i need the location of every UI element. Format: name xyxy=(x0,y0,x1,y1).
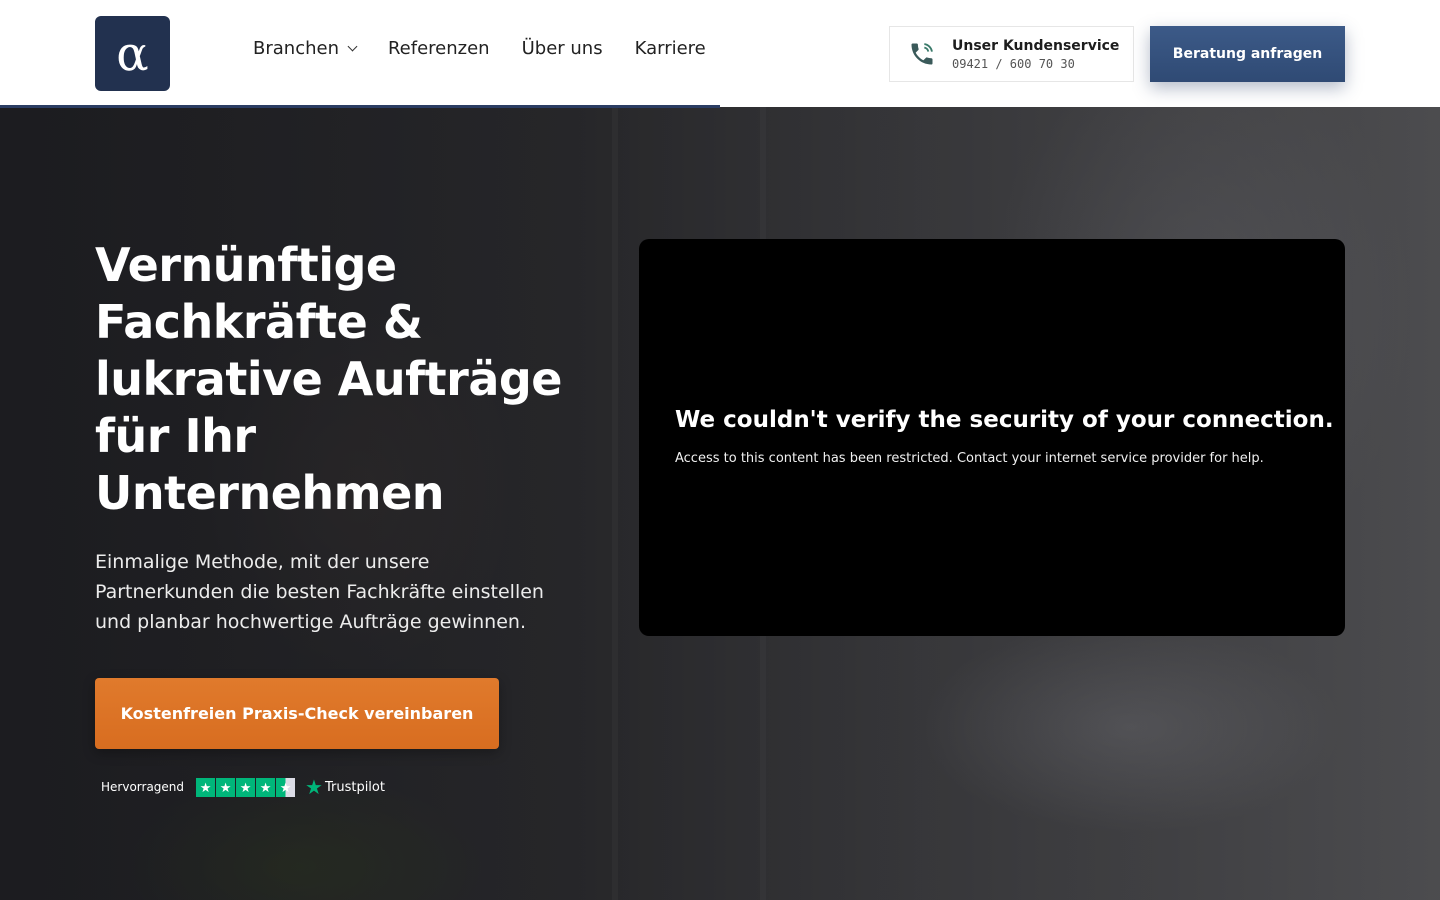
hero-section: Vernünftige Fachkräfte & lukrative Auftr… xyxy=(0,107,1440,900)
trust-rating-text: Hervorragend xyxy=(101,780,185,794)
nav-item-referenzen[interactable]: Referenzen xyxy=(388,38,490,59)
request-consultation-button[interactable]: Beratung anfragen xyxy=(1150,26,1345,82)
trustpilot-star-icon: ★ xyxy=(305,775,323,799)
nav-item-label: Über uns xyxy=(521,38,603,59)
trustpilot-brand: Trustpilot xyxy=(324,779,385,795)
nav-item-karriere[interactable]: Karriere xyxy=(635,38,706,59)
star-icon: ★ xyxy=(216,777,236,797)
blocked-title: We couldn't verify the security of your … xyxy=(675,407,1334,433)
star-icon: ★ xyxy=(196,777,216,797)
star-rating: ★ ★ ★ ★ ★ xyxy=(196,777,296,797)
blocked-video-embed: We couldn't verify the security of your … xyxy=(639,239,1345,636)
nav-item-label: Referenzen xyxy=(387,38,490,59)
nav-item-label: Karriere xyxy=(634,38,706,59)
chevron-down-icon xyxy=(347,41,358,52)
trustpilot-widget[interactable]: Hervorragend ★ ★ ★ ★ ★ ★ Trustpilot xyxy=(101,777,385,797)
blocked-message: Access to this content has been restrict… xyxy=(675,451,1264,466)
phone-icon xyxy=(911,43,933,65)
main-nav: Branchen Referenzen Über uns Karriere xyxy=(253,38,738,59)
customer-service-box[interactable]: Unser Kundenservice 09421 / 600 70 30 xyxy=(889,26,1134,82)
nav-item-label: Branchen xyxy=(253,38,339,59)
hero-subline: Einmalige Methode, mit der unsere Partne… xyxy=(95,551,544,633)
half-star-icon: ★ xyxy=(276,777,296,797)
trustpilot-logo: ★ Trustpilot xyxy=(305,777,385,797)
practice-check-button[interactable]: Kostenfreien Praxis-Check vereinbaren xyxy=(95,678,499,749)
star-icon: ★ xyxy=(236,777,256,797)
site-header: α Branchen Referenzen Über uns Karriere … xyxy=(0,0,1440,107)
logo-glyph: α xyxy=(116,25,149,82)
logo[interactable]: α xyxy=(95,16,170,91)
nav-item-ueber-uns[interactable]: Über uns xyxy=(522,38,603,59)
header-accent-bar xyxy=(0,105,720,108)
star-icon: ★ xyxy=(256,777,276,797)
service-title: Unser Kundenservice xyxy=(952,37,1120,54)
hero-headline: Vernünftige Fachkräfte & lukrative Auftr… xyxy=(95,238,563,520)
nav-item-branchen[interactable]: Branchen xyxy=(253,38,358,59)
service-phone[interactable]: 09421 / 600 70 30 xyxy=(952,57,1119,71)
